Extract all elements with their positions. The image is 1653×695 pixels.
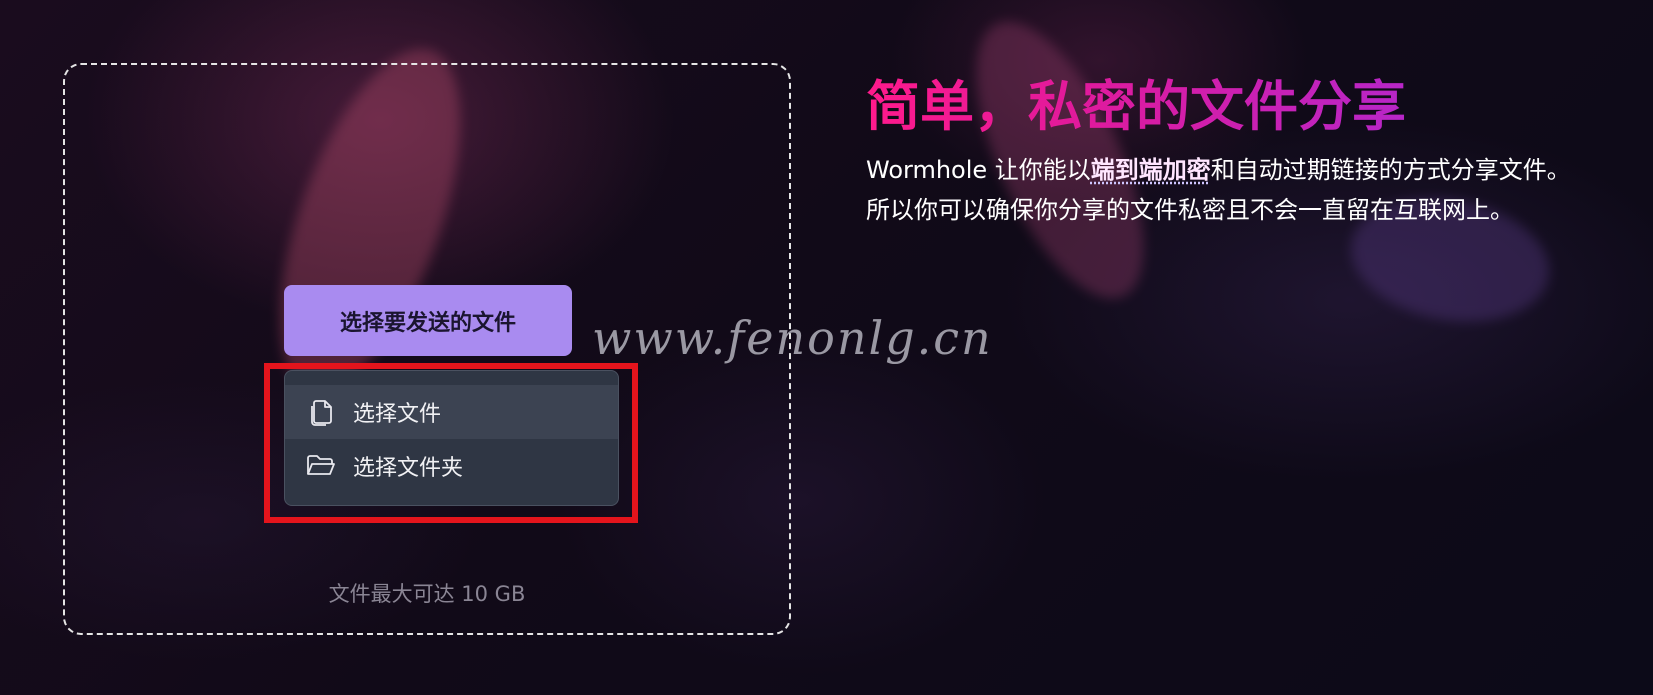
select-files-to-send-button[interactable]: 选择要发送的文件 — [284, 285, 572, 356]
e2e-encryption-link[interactable]: 端到端加密 — [1091, 156, 1211, 184]
page-title: 简单，私密的文件分享 — [866, 62, 1406, 141]
menu-highlight-annotation — [264, 363, 638, 523]
watermark-text: www.fenonlg.cn — [592, 311, 993, 365]
desc-prefix: Wormhole 让你能以 — [866, 156, 1091, 184]
file-size-limit-text: 文件最大可达 10 GB — [328, 582, 526, 606]
hero-description: Wormhole 让你能以端到端加密和自动过期链接的方式分享文件。 所以你可以确… — [866, 150, 1596, 230]
